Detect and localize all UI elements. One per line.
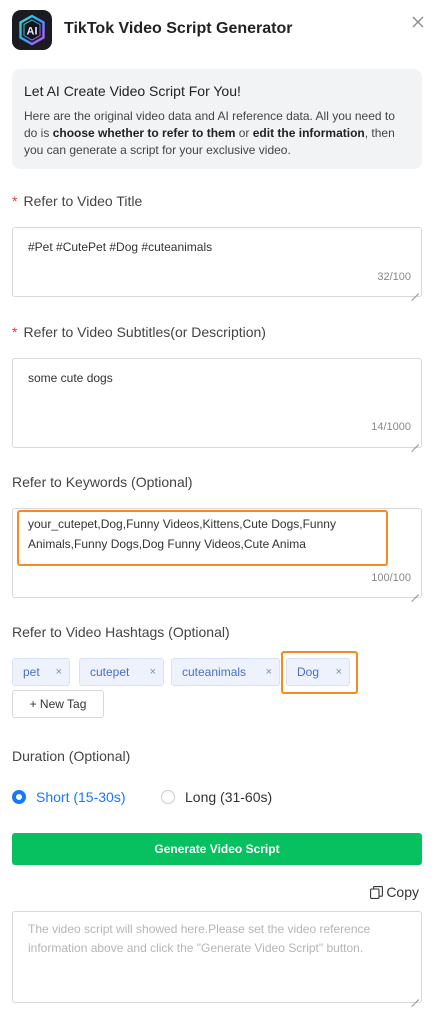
video-subtitles-label: * Refer to Video Subtitles(or Description… xyxy=(12,324,266,340)
intro-bold-2: edit the information xyxy=(252,126,365,140)
radio-empty-icon xyxy=(161,790,175,804)
required-mark: * xyxy=(12,193,18,209)
copy-button[interactable]: Copy xyxy=(370,884,419,902)
video-subtitles-label-text: Refer to Video Subtitles(or Description) xyxy=(23,324,266,340)
duration-option-label: Long (31-60s) xyxy=(185,789,273,805)
video-title-value: #Pet #CutePet #Dog #cuteanimals xyxy=(28,240,213,254)
new-tag-button[interactable]: + New Tag xyxy=(12,690,104,718)
intro-panel: Let AI Create Video Script For You! Here… xyxy=(12,69,422,169)
video-title-label-text: Refer to Video Title xyxy=(23,193,143,209)
close-icon xyxy=(412,16,424,28)
remove-tag-icon[interactable]: × xyxy=(266,659,272,685)
duration-option-label: Short (15-30s) xyxy=(36,789,126,805)
duration-label: Duration (Optional) xyxy=(12,748,131,764)
intro-text-2: or xyxy=(235,126,253,140)
required-mark: * xyxy=(12,324,18,340)
hashtag-chip-pet[interactable]: pet × xyxy=(12,658,70,686)
close-button[interactable] xyxy=(410,14,426,30)
radio-selected-icon xyxy=(12,790,26,804)
keywords-label: Refer to Keywords (Optional) xyxy=(12,474,193,490)
hashtag-chip-cutepet[interactable]: cutepet × xyxy=(79,658,164,686)
video-subtitles-char-count: 14/1000 xyxy=(371,421,411,433)
remove-tag-icon[interactable]: × xyxy=(150,659,156,685)
copy-icon xyxy=(370,886,384,899)
hashtag-chip-label: pet xyxy=(23,665,40,679)
hashtag-chip-cuteanimals[interactable]: cuteanimals × xyxy=(171,658,280,686)
resize-handle[interactable] xyxy=(411,437,419,445)
logo-text: AI xyxy=(27,26,38,38)
video-title-char-count: 32/100 xyxy=(377,271,411,283)
app-logo: AI xyxy=(12,10,52,50)
generate-video-script-button[interactable]: Generate Video Script xyxy=(12,833,422,865)
hashtag-chip-label: cuteanimals xyxy=(182,665,247,679)
output-placeholder: The video script will showed here.Please… xyxy=(28,922,371,955)
intro-heading: Let AI Create Video Script For You! xyxy=(24,83,241,99)
hashtag-chip-label: cutepet xyxy=(90,665,130,679)
keywords-highlight-box xyxy=(17,510,388,566)
remove-tag-icon[interactable]: × xyxy=(56,659,62,685)
hashtag-highlight-box xyxy=(281,651,358,694)
app-title: TikTok Video Script Generator xyxy=(64,20,293,37)
resize-handle[interactable] xyxy=(411,286,419,294)
header: AI TikTok Video Script Generator xyxy=(12,8,432,50)
video-title-label: * Refer to Video Title xyxy=(12,193,142,209)
video-subtitles-input[interactable]: some cute dogs 14/1000 xyxy=(12,358,422,448)
video-title-input[interactable]: #Pet #CutePet #Dog #cuteanimals 32/100 xyxy=(12,227,422,297)
intro-bold-1: choose whether to refer to them xyxy=(52,126,236,140)
resize-handle[interactable] xyxy=(411,587,419,595)
resize-handle[interactable] xyxy=(411,992,419,1000)
keywords-char-count: 100/100 xyxy=(371,572,411,584)
video-script-output[interactable]: The video script will showed here.Please… xyxy=(12,911,422,1003)
video-subtitles-value: some cute dogs xyxy=(28,371,113,385)
hashtags-label: Refer to Video Hashtags (Optional) xyxy=(12,624,230,640)
intro-description: Here are the original video data and AI … xyxy=(24,108,410,159)
